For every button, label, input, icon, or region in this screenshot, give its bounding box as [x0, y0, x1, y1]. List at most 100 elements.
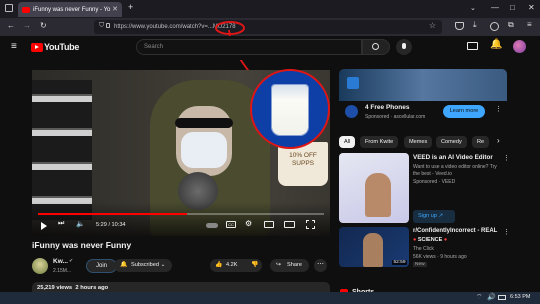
taskbar-clock[interactable]: 6:53 PM: [510, 294, 530, 300]
settings-gear-icon[interactable]: ⚙: [245, 219, 252, 228]
like-button[interactable]: 👍 4.2K 👎: [210, 259, 262, 272]
rec2-channel-label: SCIENCE: [417, 237, 443, 243]
thumbs-down-icon[interactable]: 👎: [251, 259, 258, 272]
share-button[interactable]: ↪ Share: [270, 259, 309, 272]
chip-comedy[interactable]: Comedy: [436, 136, 467, 148]
next-icon[interactable]: ⏭: [58, 220, 64, 228]
minimize-window-icon[interactable]: —: [491, 3, 499, 12]
subscribed-label: Subscribed: [131, 262, 159, 268]
browser-nav-bar: ← → ↻ ⛉ https://www.youtube.com/watch?v=…: [0, 18, 540, 36]
thumbs-up-icon: 👍: [215, 262, 223, 268]
new-tab-icon[interactable]: +: [128, 2, 133, 12]
maximize-window-icon[interactable]: □: [510, 3, 515, 12]
search-icon: [372, 43, 379, 50]
reload-icon[interactable]: ↻: [40, 21, 47, 30]
time-display: 5:29 / 10:34: [96, 222, 126, 228]
rec2-thumbnail[interactable]: 52:59: [339, 227, 409, 267]
ad-advertiser-icon: [345, 105, 358, 118]
like-count: 4.2K: [226, 262, 238, 268]
channel-avatar[interactable]: [32, 258, 48, 274]
firefox-view-icon[interactable]: [5, 4, 13, 12]
rec2-duration: 52:59: [391, 260, 407, 265]
browser-tab-bar: iFunny was never Funny - Yo ✕ + ⌄ — □ ✕: [0, 0, 540, 18]
wifi-icon[interactable]: ⌔: [476, 293, 483, 302]
close-tab-icon[interactable]: ✕: [112, 5, 118, 13]
volume-icon[interactable]: 🔈: [76, 220, 85, 228]
tab-list-icon[interactable]: ⌄: [470, 4, 476, 12]
microphone-icon: [402, 43, 406, 49]
rec1-more-icon[interactable]: ⋮: [503, 154, 510, 162]
forward-icon[interactable]: →: [23, 21, 31, 30]
chip-memes[interactable]: Memes: [404, 136, 433, 148]
chips-next-arrow-icon[interactable]: ›: [497, 136, 500, 145]
guide-menu-icon[interactable]: ≡: [11, 41, 17, 52]
rec1-thumbnail[interactable]: [339, 153, 409, 223]
shield-icon: ⛉: [99, 22, 105, 29]
downloads-icon[interactable]: ⤓: [473, 20, 477, 30]
app-menu-icon[interactable]: ≡: [527, 20, 532, 29]
search-input[interactable]: Search: [136, 39, 362, 55]
rec2-more-icon[interactable]: ⋮: [503, 228, 510, 236]
chevron-down-icon: ⌄: [160, 262, 166, 268]
chip-partial[interactable]: Re: [472, 136, 490, 148]
milk-glass-image: [272, 85, 308, 135]
captions-icon[interactable]: CC: [226, 221, 236, 228]
rec1-desc: Want to use a video editor online? Try t…: [413, 164, 497, 177]
back-icon[interactable]: ←: [7, 21, 15, 30]
rec2-person: [363, 233, 383, 267]
close-window-icon[interactable]: ✕: [528, 3, 535, 12]
pocket-icon[interactable]: [455, 22, 464, 30]
channel-name[interactable]: Kw...: [53, 258, 68, 265]
subscriber-count: 2.15M...: [53, 268, 72, 274]
bookmark-star-icon[interactable]: ☆: [429, 21, 436, 30]
chip-from-kwite[interactable]: From Kwite: [360, 136, 399, 148]
rec1-title[interactable]: VEED is an AI Video Editor: [413, 154, 493, 161]
theater-mode-icon[interactable]: [284, 221, 295, 228]
rec2-meta: 56K views · 9 hours ago: [413, 254, 467, 260]
notifications-bell-icon[interactable]: 🔔: [490, 39, 502, 50]
create-video-icon[interactable]: [467, 42, 478, 50]
more-actions-icon[interactable]: ⋯: [314, 259, 327, 272]
progress-bar-fill: [38, 213, 187, 215]
join-button[interactable]: Join: [86, 259, 118, 273]
play-icon[interactable]: [41, 222, 47, 230]
rec1-signup-button[interactable]: Sign up ↗: [413, 210, 455, 223]
search-button[interactable]: [362, 39, 390, 55]
lock-icon: [106, 23, 110, 28]
video-controls-gradient: [32, 202, 330, 236]
progress-bar-track[interactable]: [38, 213, 324, 215]
account-icon[interactable]: [490, 22, 499, 31]
cup-label: 10% OFF SUPPS: [289, 152, 317, 167]
subscribed-button[interactable]: 🔔 Subscribed ⌄: [114, 259, 173, 272]
extensions-icon[interactable]: ⧉: [508, 20, 514, 30]
voice-search-button[interactable]: [396, 39, 412, 55]
ad-card[interactable]: 4 Free Phones Sponsored · ascellular.com…: [339, 101, 507, 127]
autoplay-toggle[interactable]: [206, 223, 218, 228]
external-link-icon: ↗: [438, 213, 444, 219]
video-title: iFunny was never Funny: [32, 240, 132, 250]
rec2-channel: ● SCIENCE ●: [413, 237, 447, 243]
video-shelf-consoles: [32, 80, 92, 220]
os-taskbar: ⌔ 🔊 6:53 PM: [0, 292, 540, 304]
chip-all[interactable]: All: [339, 136, 356, 148]
ad-banner-image[interactable]: [339, 69, 507, 101]
miniplayer-icon[interactable]: [264, 221, 274, 228]
ad-more-icon[interactable]: ⋮: [495, 105, 502, 113]
url-bar[interactable]: ⛉ https://www.youtube.com/watch?v=...MU2…: [94, 20, 442, 34]
youtube-favicon-icon: [22, 6, 30, 13]
rec2-title[interactable]: r/ConfidentlyIncorrect - REAL: [413, 228, 497, 234]
rec1-signup-label: Sign up: [418, 213, 437, 219]
ad-learn-more-button[interactable]: Learn more: [443, 105, 485, 118]
verified-check-icon: ✔: [69, 258, 74, 264]
rec1-sponsor: Sponsored · VEED: [413, 179, 456, 185]
battery-icon[interactable]: [498, 295, 506, 300]
fullscreen-icon[interactable]: [306, 220, 315, 229]
share-label: Share: [287, 262, 302, 268]
annotation-zoom-inset: [250, 69, 330, 149]
rec2-new-badge: New: [413, 262, 427, 267]
ad-title: 4 Free Phones: [365, 104, 410, 111]
browser-tab-active[interactable]: iFunny was never Funny - Yo ✕: [18, 2, 122, 17]
volume-tray-icon[interactable]: 🔊: [487, 293, 496, 301]
user-avatar[interactable]: [513, 40, 526, 53]
youtube-logo-text[interactable]: YouTube: [44, 42, 79, 52]
